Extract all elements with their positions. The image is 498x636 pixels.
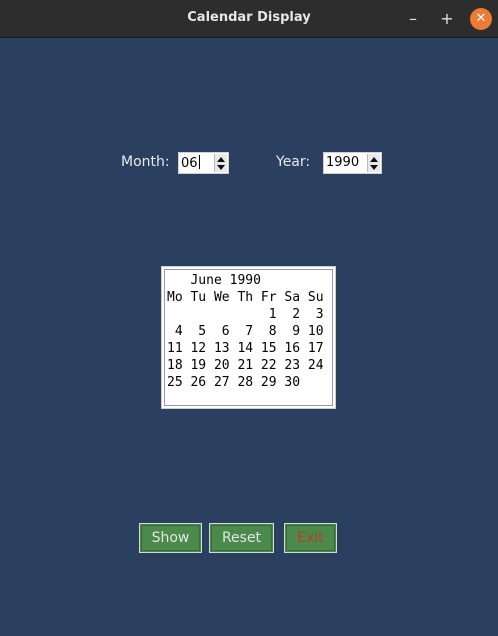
reset-button[interactable]: Reset bbox=[209, 523, 274, 553]
year-value[interactable]: 1990 bbox=[326, 155, 359, 170]
calendar-text: June 1990 Mo Tu We Th Fr Sa Su 1 2 3 4 5… bbox=[167, 273, 324, 390]
month-label: Month: bbox=[121, 154, 170, 170]
year-down-arrow-icon[interactable] bbox=[370, 165, 378, 170]
year-up-arrow-icon[interactable] bbox=[370, 157, 378, 162]
year-label: Year: bbox=[276, 154, 311, 170]
text-cursor bbox=[198, 155, 200, 169]
year-spin-arrows[interactable] bbox=[367, 154, 380, 172]
year-spinbox[interactable]: 1990 bbox=[323, 152, 382, 174]
close-icon[interactable]: ✕ bbox=[470, 8, 492, 30]
app-window: Calendar Display – + ✕ Month: 06 Year: 1… bbox=[0, 0, 498, 636]
month-spinbox[interactable]: 06 bbox=[178, 152, 229, 174]
month-spin-arrows[interactable] bbox=[214, 154, 227, 172]
title-bar[interactable]: Calendar Display – + ✕ bbox=[0, 0, 498, 38]
calendar-display: June 1990 Mo Tu We Th Fr Sa Su 1 2 3 4 5… bbox=[161, 266, 336, 409]
minimize-icon[interactable]: – bbox=[402, 8, 424, 30]
show-button[interactable]: Show bbox=[139, 523, 202, 553]
month-down-arrow-icon[interactable] bbox=[217, 165, 225, 170]
calendar-frame: June 1990 Mo Tu We Th Fr Sa Su 1 2 3 4 5… bbox=[164, 269, 333, 406]
month-value[interactable]: 06 bbox=[181, 155, 200, 171]
exit-button[interactable]: Exit bbox=[284, 523, 337, 553]
month-up-arrow-icon[interactable] bbox=[217, 157, 225, 162]
maximize-icon[interactable]: + bbox=[436, 8, 458, 30]
